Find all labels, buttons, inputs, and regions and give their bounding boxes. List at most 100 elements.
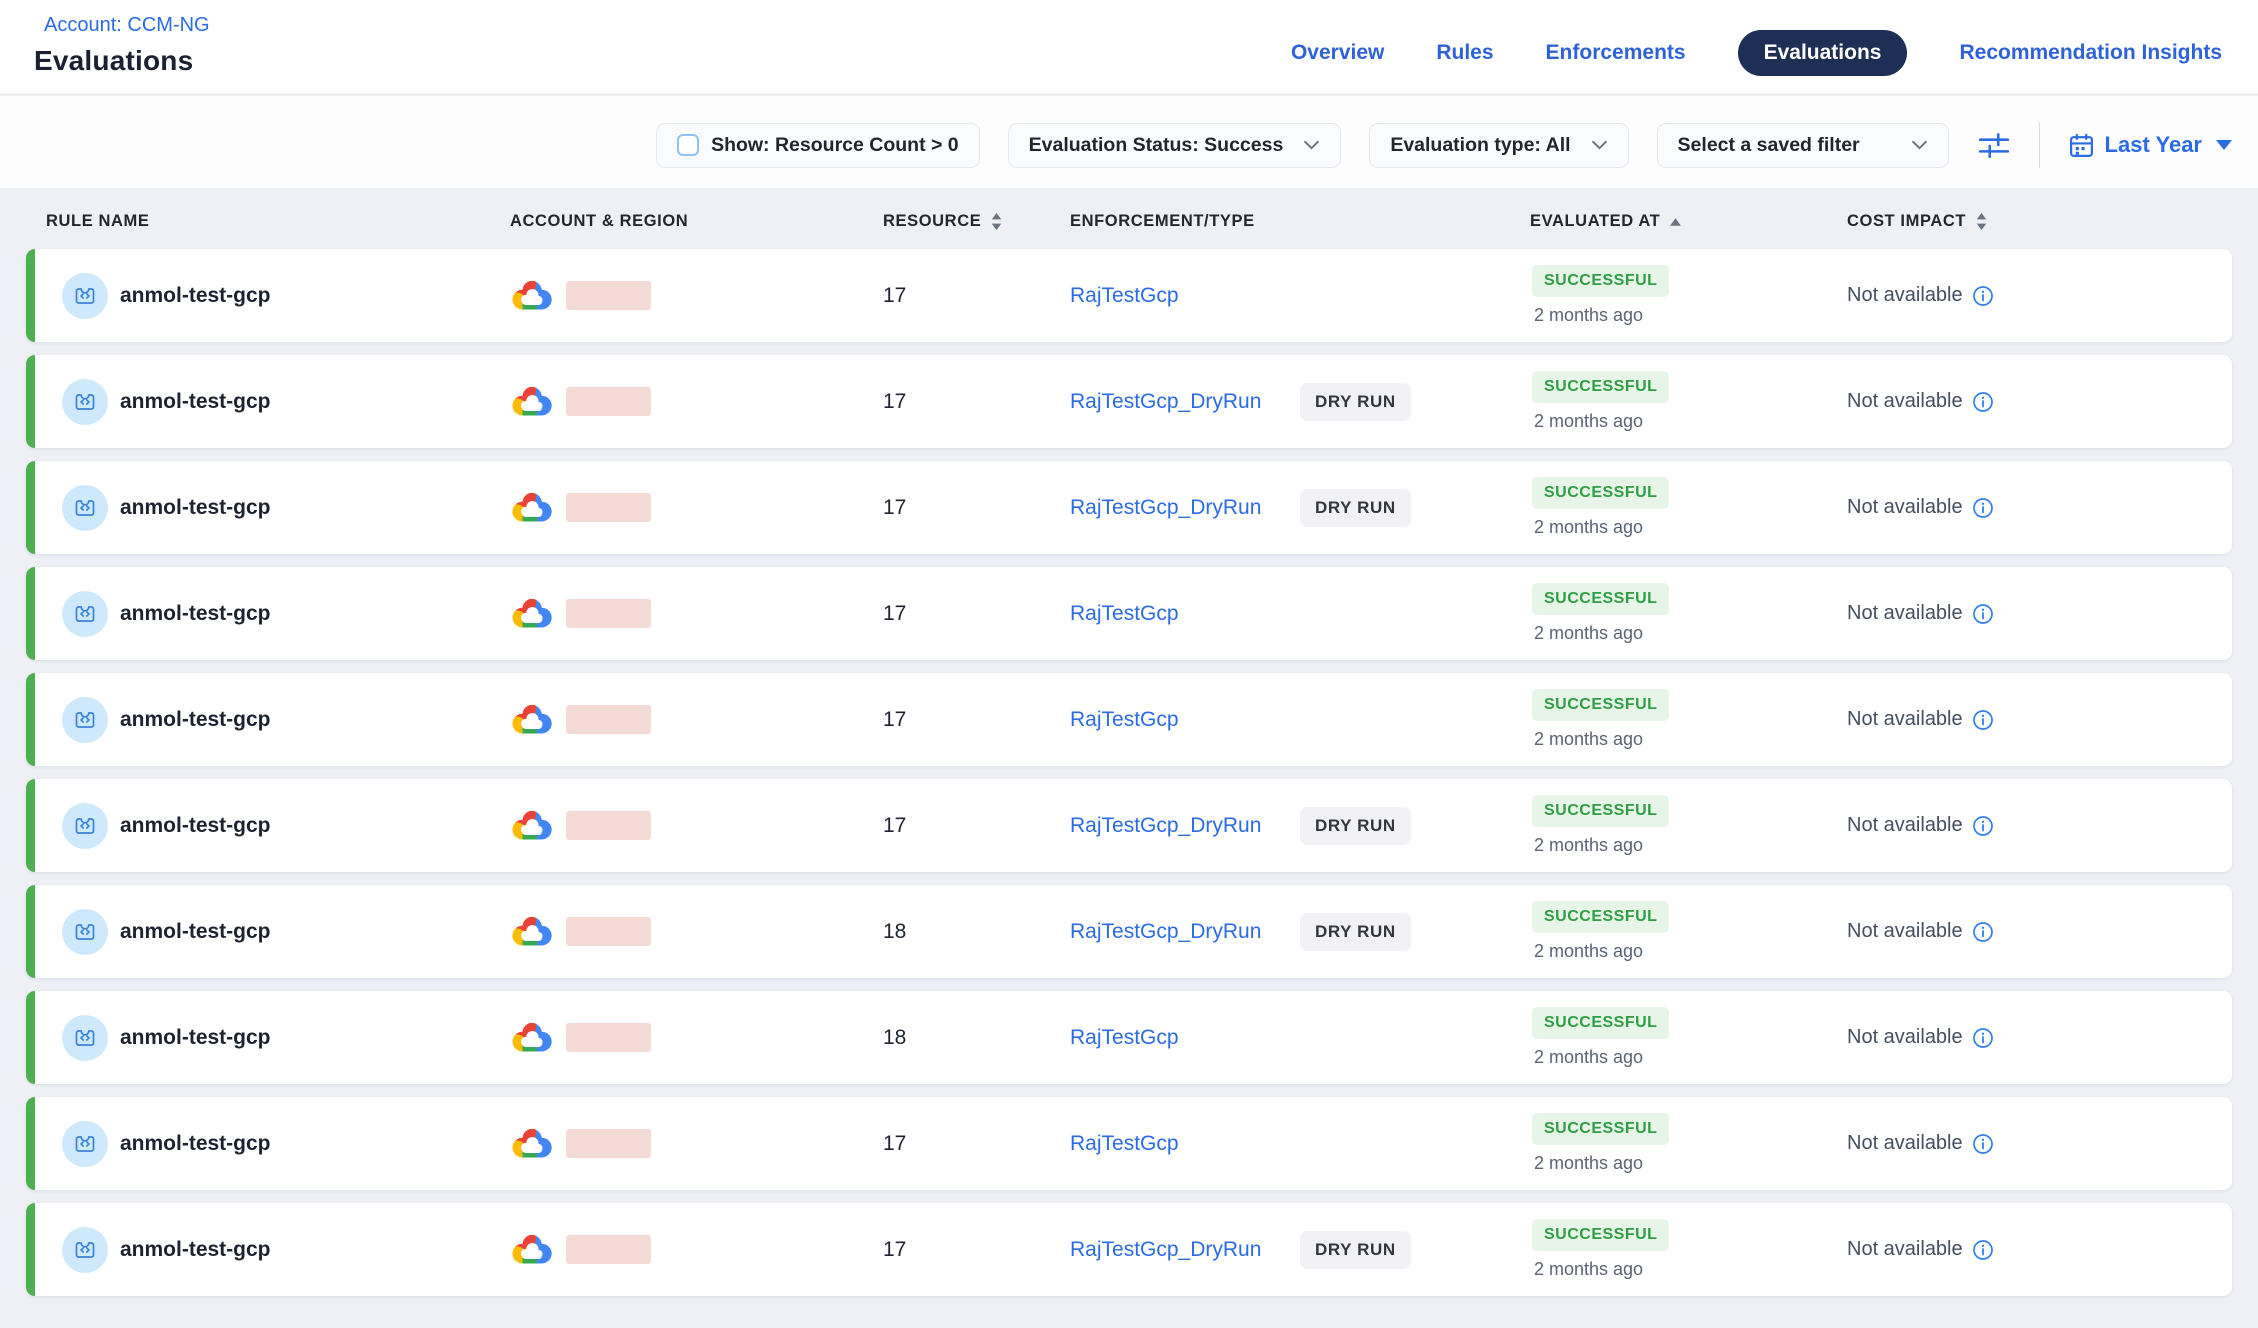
rule-icon	[62, 1015, 108, 1061]
info-icon[interactable]	[1972, 815, 1994, 837]
nav-evaluations-active[interactable]: Evaluations	[1738, 30, 1908, 76]
column-label: COST IMPACT	[1847, 212, 1966, 231]
cost-impact-text: Not available	[1847, 1026, 1963, 1049]
enforcement-link[interactable]: RajTestGcp_DryRun	[1070, 390, 1300, 414]
sort-ascending-icon	[1669, 217, 1682, 227]
table-row[interactable]: anmol-test-gcp	[26, 673, 2232, 766]
resource-cell: 17	[870, 1238, 1010, 1262]
info-icon[interactable]	[1972, 1133, 1994, 1155]
chevron-down-icon	[1303, 139, 1320, 151]
table-row[interactable]: anmol-test-gcp	[26, 779, 2232, 872]
account-breadcrumb-link[interactable]: Account: CCM-NG	[44, 14, 210, 37]
status-badge: SUCCESSFUL	[1532, 901, 1669, 933]
rule-name-cell: anmol-test-gcp	[46, 697, 510, 743]
info-icon[interactable]	[1972, 285, 1994, 307]
nav-overview[interactable]: Overview	[1291, 41, 1384, 65]
redacted-account-region	[566, 1235, 651, 1264]
evaluated-time: 2 months ago	[1532, 1153, 1643, 1174]
info-icon[interactable]	[1972, 709, 1994, 731]
date-range-value: Last Year	[2105, 132, 2202, 158]
gcp-cloud-icon	[510, 914, 553, 950]
evaluated-time: 2 months ago	[1532, 411, 1643, 432]
cost-impact-text: Not available	[1847, 284, 1963, 307]
dry-run-badge: DRY RUN	[1300, 1231, 1411, 1269]
account-region-cell	[510, 278, 870, 314]
table-row[interactable]: anmol-test-gcp	[26, 461, 2232, 554]
resource-cell: 17	[870, 390, 1010, 414]
saved-filter-dropdown[interactable]: Select a saved filter	[1657, 123, 1949, 168]
table-row[interactable]: anmol-test-gcp	[26, 355, 2232, 448]
dry-run-badge: DRY RUN	[1300, 383, 1411, 421]
account-region-cell	[510, 1126, 870, 1162]
enforcement-cell: RajTestGcp_DryRun DRY RUN	[1010, 913, 1520, 951]
info-icon[interactable]	[1972, 391, 1994, 413]
cost-impact-cell: Not available	[1840, 390, 2232, 413]
rule-name: anmol-test-gcp	[120, 496, 271, 520]
rule-icon	[62, 1121, 108, 1167]
resource-count-checkbox[interactable]	[677, 134, 699, 156]
date-range-picker[interactable]: Last Year	[2068, 132, 2232, 159]
evaluated-at-cell: SUCCESSFUL 2 months ago	[1520, 1219, 1840, 1280]
gcp-cloud-icon	[510, 278, 553, 314]
resource-cell: 17	[870, 814, 1010, 838]
cost-impact-text: Not available	[1847, 1132, 1963, 1155]
table-row[interactable]: anmol-test-gcp	[26, 1203, 2232, 1296]
resource-count-label: Show: Resource Count > 0	[711, 134, 959, 157]
page-title: Evaluations	[34, 45, 210, 77]
enforcement-link[interactable]: RajTestGcp	[1070, 284, 1300, 308]
top-navigation: Overview Rules Enforcements Evaluations …	[1291, 30, 2222, 76]
nav-enforcements[interactable]: Enforcements	[1546, 41, 1686, 65]
enforcement-link[interactable]: RajTestGcp_DryRun	[1070, 920, 1300, 944]
evaluation-status-dropdown[interactable]: Evaluation Status: Success	[1008, 123, 1342, 168]
info-icon[interactable]	[1972, 1239, 1994, 1261]
table-row[interactable]: anmol-test-gcp	[26, 991, 2232, 1084]
enforcement-link[interactable]: RajTestGcp	[1070, 1132, 1300, 1156]
table-row[interactable]: anmol-test-gcp	[26, 885, 2232, 978]
resource-count: 17	[883, 708, 906, 732]
info-icon[interactable]	[1972, 497, 1994, 519]
enforcement-link[interactable]: RajTestGcp	[1070, 1026, 1300, 1050]
evaluated-at-cell: SUCCESSFUL 2 months ago	[1520, 1007, 1840, 1068]
enforcement-link[interactable]: RajTestGcp_DryRun	[1070, 814, 1300, 838]
evaluated-time: 2 months ago	[1532, 941, 1643, 962]
cost-impact-cell: Not available	[1840, 496, 2232, 519]
enforcement-link[interactable]: RajTestGcp	[1070, 602, 1300, 626]
evaluation-type-dropdown[interactable]: Evaluation type: All	[1369, 123, 1628, 168]
info-icon[interactable]	[1972, 1027, 1994, 1049]
enforcement-link[interactable]: RajTestGcp	[1070, 708, 1300, 732]
cost-impact-text: Not available	[1847, 1238, 1963, 1261]
enforcement-cell: RajTestGcp	[1010, 1132, 1520, 1156]
nav-rules[interactable]: Rules	[1436, 41, 1493, 65]
enforcement-link[interactable]: RajTestGcp_DryRun	[1070, 496, 1300, 520]
resource-count: 17	[883, 814, 906, 838]
filter-bar: Show: Resource Count > 0 Evaluation Stat…	[0, 96, 2258, 188]
info-icon[interactable]	[1972, 603, 1994, 625]
column-header-cost-impact[interactable]: COST IMPACT	[1840, 212, 2232, 231]
info-icon[interactable]	[1972, 921, 1994, 943]
resource-cell: 18	[870, 1026, 1010, 1050]
table-row[interactable]: anmol-test-gcp	[26, 249, 2232, 342]
column-header-evaluated-at[interactable]: EVALUATED AT	[1520, 212, 1840, 231]
resource-count-filter[interactable]: Show: Resource Count > 0	[656, 123, 980, 168]
evaluation-type-value: Evaluation type: All	[1390, 134, 1570, 157]
resource-count: 17	[883, 284, 906, 308]
table-row[interactable]: anmol-test-gcp	[26, 1097, 2232, 1190]
status-badge: SUCCESSFUL	[1532, 583, 1669, 615]
sort-icon	[990, 212, 1003, 231]
rule-icon	[62, 273, 108, 319]
cost-impact-text: Not available	[1847, 602, 1963, 625]
status-badge: SUCCESSFUL	[1532, 795, 1669, 827]
cost-impact-cell: Not available	[1840, 284, 2232, 307]
column-header-resource[interactable]: RESOURCE	[870, 212, 1010, 231]
nav-recommendation-insights[interactable]: Recommendation Insights	[1959, 41, 2222, 65]
resource-count: 17	[883, 496, 906, 520]
table-row[interactable]: anmol-test-gcp	[26, 567, 2232, 660]
resource-cell: 17	[870, 1132, 1010, 1156]
rule-name: anmol-test-gcp	[120, 1026, 271, 1050]
filter-settings-button[interactable]	[1977, 129, 2011, 161]
evaluated-at-cell: SUCCESSFUL 2 months ago	[1520, 583, 1840, 644]
enforcement-link[interactable]: RajTestGcp_DryRun	[1070, 1238, 1300, 1262]
rule-icon	[62, 697, 108, 743]
rule-icon	[62, 591, 108, 637]
cost-impact-cell: Not available	[1840, 1132, 2232, 1155]
